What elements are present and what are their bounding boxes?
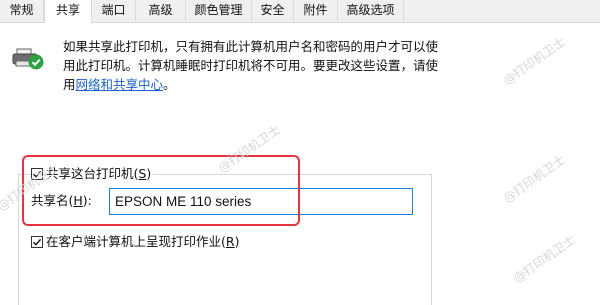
tab-ports[interactable]: 端口 [92, 0, 136, 21]
watermark: @打印机卫士 [500, 152, 568, 206]
printer-share-icon [12, 48, 46, 72]
tab-bar: 常规 共享 端口 高级 颜色管理 安全 附件 高级选项 [0, 0, 600, 23]
sharing-description: 如果共享此打印机，只有拥有此计算机用户名和密码的用户才可以使 用此打印机。计算机… [63, 37, 448, 94]
render-on-client-checkbox[interactable] [31, 236, 43, 248]
tab-advanced[interactable]: 高级 [136, 0, 186, 21]
tab-color-management[interactable]: 颜色管理 [186, 0, 252, 21]
render-on-client-label[interactable]: 在客户端计算机上呈现打印作业(R) [46, 235, 239, 249]
watermark: @打印机卫士 [500, 34, 568, 88]
tab-general[interactable]: 常规 [0, 0, 44, 21]
tab-accessories[interactable]: 附件 [294, 0, 338, 21]
highlight-box [22, 155, 300, 226]
description-line-3: 用网络和共享中心。 [63, 77, 176, 92]
tab-security[interactable]: 安全 [252, 0, 294, 21]
tab-sharing[interactable]: 共享 [44, 0, 92, 23]
description-line-1: 如果共享此打印机，只有拥有此计算机用户名和密码的用户才可以使 [63, 39, 439, 54]
tab-advanced-options[interactable]: 高级选项 [338, 0, 404, 21]
network-sharing-center-link[interactable]: 网络和共享中心 [76, 77, 164, 92]
checkmark-icon [33, 238, 42, 246]
watermark: @打印机卫士 [510, 232, 578, 286]
description-line-2: 用此打印机。计算机睡眠时打印机将不可用。要更改这些设置，请使 [63, 58, 439, 73]
